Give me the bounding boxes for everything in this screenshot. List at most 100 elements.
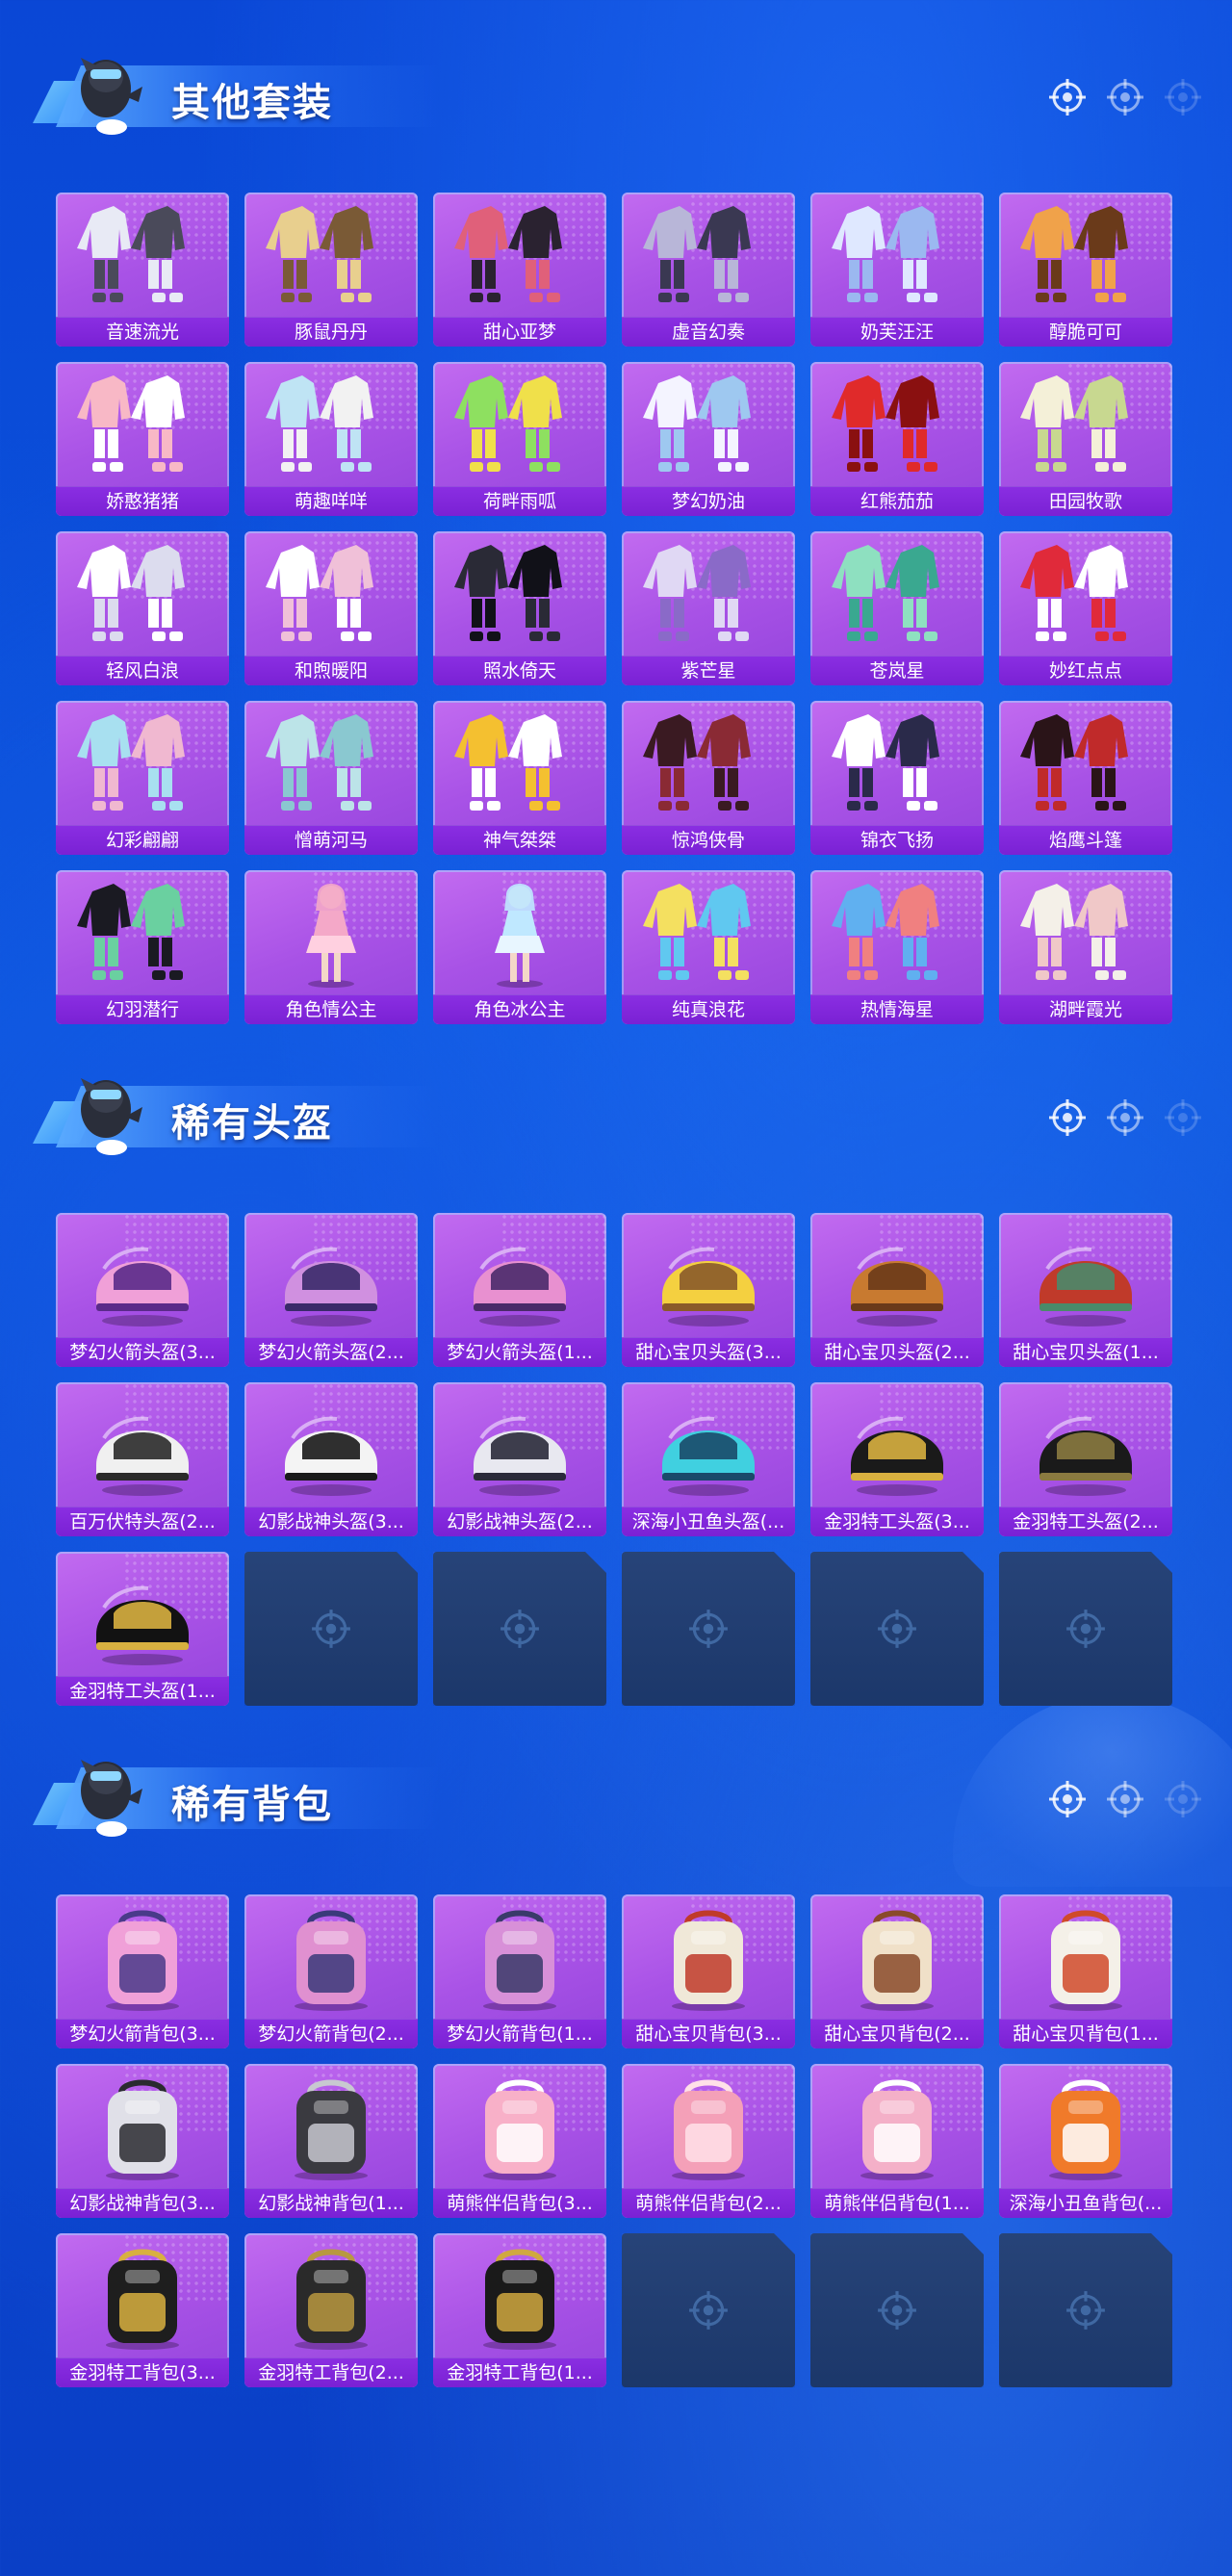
item-card[interactable]: 幻彩翩翩 (56, 701, 229, 855)
item-label: 甜心宝贝头盔(3... (622, 1337, 795, 1367)
item-label: 角色冰公主 (433, 994, 606, 1024)
item-card[interactable]: 梦幻奶油 (622, 362, 795, 516)
item-card[interactable]: 角色冰公主 (433, 870, 606, 1024)
backpack-icon (295, 2249, 368, 2350)
section-title: 稀有背包 (171, 1783, 333, 1827)
item-card[interactable]: 奶芙汪汪 (810, 193, 984, 347)
item-label: 角色情公主 (244, 994, 418, 1024)
item-card[interactable]: 深海小丑鱼背包(... (999, 2064, 1172, 2218)
backpack-icon (295, 1910, 368, 2011)
item-label: 妙红点点 (999, 656, 1172, 685)
item-card[interactable]: 甜心宝贝头盔(1... (999, 1213, 1172, 1367)
item-label: 金羽特工背包(1... (433, 2357, 606, 2387)
item-card[interactable]: 憎萌河马 (244, 701, 418, 855)
item-card[interactable]: 音速流光 (56, 193, 229, 347)
item-card[interactable]: 梦幻火箭背包(2... (244, 1894, 418, 2048)
item-card[interactable]: 红熊茄茄 (810, 362, 984, 516)
item-card[interactable]: 金羽特工背包(2... (244, 2233, 418, 2387)
outfit-icon (832, 884, 939, 980)
item-card[interactable]: 惊鸿侠骨 (622, 701, 795, 855)
item-card[interactable]: 轻风白浪 (56, 531, 229, 685)
outfit-icon (266, 206, 373, 302)
item-label: 梦幻火箭背包(3... (56, 2019, 229, 2048)
item-card[interactable]: 甜心宝贝背包(3... (622, 1894, 795, 2048)
item-card[interactable]: 梦幻火箭背包(1... (433, 1894, 606, 2048)
outfit-icon (832, 714, 939, 811)
item-card[interactable]: 梦幻火箭背包(3... (56, 1894, 229, 2048)
item-card[interactable]: 照水倚天 (433, 531, 606, 685)
item-card[interactable]: 虚音幻奏 (622, 193, 795, 347)
figure-icon (495, 884, 545, 988)
item-card[interactable]: 荷畔雨呱 (433, 362, 606, 516)
outfit-icon (1020, 375, 1128, 472)
crosshair-icon (1065, 1608, 1107, 1650)
helmet-icon (851, 1247, 943, 1327)
item-card[interactable]: 金羽特工头盔(3... (810, 1382, 984, 1536)
item-card[interactable]: 萌趣咩咩 (244, 362, 418, 516)
item-card[interactable]: 萌熊伴侣背包(2... (622, 2064, 795, 2218)
item-label: 湖畔霞光 (999, 994, 1172, 1024)
item-label: 红熊茄茄 (810, 486, 984, 516)
crosshair-icon (1065, 2289, 1107, 2331)
empty-slot (999, 2233, 1172, 2387)
item-card[interactable]: 焰鹰斗篷 (999, 701, 1172, 855)
item-card[interactable]: 梦幻火箭头盔(1... (433, 1213, 606, 1367)
helmet-icon (474, 1247, 566, 1327)
item-label: 百万伏特头盔(2... (56, 1507, 229, 1536)
item-card[interactable]: 百万伏特头盔(2... (56, 1382, 229, 1536)
item-card[interactable]: 幻影战神头盔(3... (244, 1382, 418, 1536)
backpack-icon (672, 1910, 745, 2011)
item-card[interactable]: 幻影战神头盔(2... (433, 1382, 606, 1536)
item-card[interactable]: 甜心亚梦 (433, 193, 606, 347)
item-card[interactable]: 甜心宝贝背包(1... (999, 1894, 1172, 2048)
item-card[interactable]: 甜心宝贝头盔(2... (810, 1213, 984, 1367)
item-label: 奶芙汪汪 (810, 317, 984, 347)
item-card[interactable]: 幻羽潜行 (56, 870, 229, 1024)
item-card[interactable]: 甜心宝贝背包(2... (810, 1894, 984, 2048)
item-label: 娇憨猪猪 (56, 486, 229, 516)
item-card[interactable]: 金羽特工头盔(1... (56, 1552, 229, 1706)
crosshair-icon (1165, 79, 1201, 116)
item-card[interactable]: 妙红点点 (999, 531, 1172, 685)
item-card[interactable]: 紫芒星 (622, 531, 795, 685)
item-label: 萌熊伴侣背包(1... (810, 2188, 984, 2218)
outfit-icon (266, 545, 373, 641)
item-card[interactable]: 梦幻火箭头盔(3... (56, 1213, 229, 1367)
item-card[interactable]: 娇憨猪猪 (56, 362, 229, 516)
crosshair-icon (1107, 1099, 1143, 1136)
backpack-icon (860, 1910, 934, 2011)
item-card[interactable]: 湖畔霞光 (999, 870, 1172, 1024)
item-card[interactable]: 深海小丑鱼头盔(... (622, 1382, 795, 1536)
item-label: 幻影战神头盔(3... (244, 1507, 418, 1536)
item-card[interactable]: 纯真浪花 (622, 870, 795, 1024)
backpack-icon (672, 2079, 745, 2180)
item-card[interactable]: 和煦暖阳 (244, 531, 418, 685)
item-card[interactable]: 幻影战神背包(3... (56, 2064, 229, 2218)
item-card[interactable]: 神气桀桀 (433, 701, 606, 855)
item-label: 热情海星 (810, 994, 984, 1024)
item-card[interactable]: 萌熊伴侣背包(1... (810, 2064, 984, 2218)
item-label: 甜心宝贝头盔(1... (999, 1337, 1172, 1367)
item-card[interactable]: 锦衣飞扬 (810, 701, 984, 855)
item-card[interactable]: 苍岚星 (810, 531, 984, 685)
item-card[interactable]: 金羽特工背包(3... (56, 2233, 229, 2387)
item-card[interactable]: 豚鼠丹丹 (244, 193, 418, 347)
item-card[interactable]: 角色情公主 (244, 870, 418, 1024)
item-card[interactable]: 幻影战神背包(1... (244, 2064, 418, 2218)
item-label: 梦幻火箭头盔(3... (56, 1337, 229, 1367)
item-card[interactable]: 萌熊伴侣背包(3... (433, 2064, 606, 2218)
item-label: 深海小丑鱼背包(... (999, 2188, 1172, 2218)
outfit-icon (1020, 884, 1128, 980)
outfit-icon (77, 206, 185, 302)
empty-slot (622, 2233, 795, 2387)
item-card[interactable]: 热情海星 (810, 870, 984, 1024)
item-label: 幻彩翩翩 (56, 825, 229, 855)
item-card[interactable]: 金羽特工头盔(2... (999, 1382, 1172, 1536)
item-card[interactable]: 梦幻火箭头盔(2... (244, 1213, 418, 1367)
item-label: 金羽特工头盔(2... (999, 1507, 1172, 1536)
item-card[interactable]: 田园牧歌 (999, 362, 1172, 516)
item-card[interactable]: 甜心宝贝头盔(3... (622, 1213, 795, 1367)
item-card[interactable]: 金羽特工背包(1... (433, 2233, 606, 2387)
item-label: 焰鹰斗篷 (999, 825, 1172, 855)
item-card[interactable]: 醇脆可可 (999, 193, 1172, 347)
